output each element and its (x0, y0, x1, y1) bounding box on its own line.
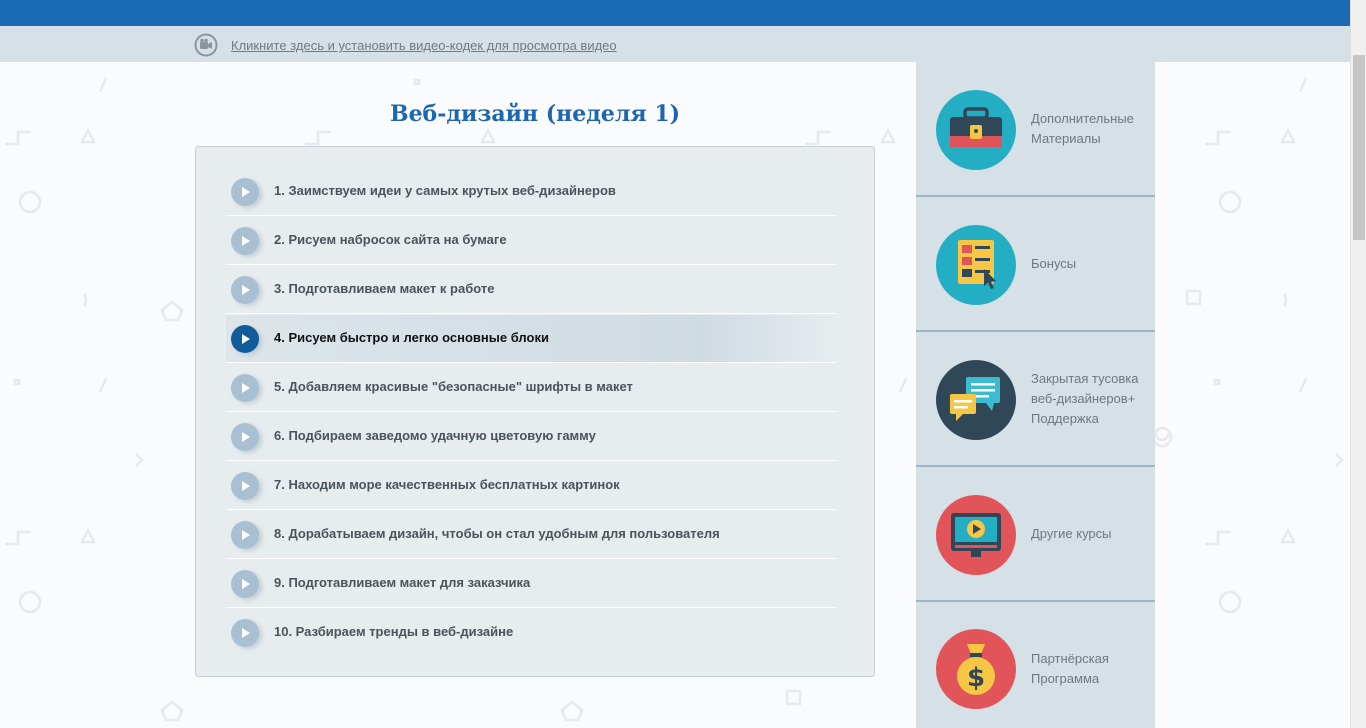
chat-icon (936, 360, 1016, 440)
play-icon[interactable] (231, 325, 259, 353)
play-icon[interactable] (231, 178, 259, 206)
briefcase-icon (936, 90, 1016, 170)
sidebar-label-line: Дополнительные (1031, 111, 1134, 126)
sidebar-item-courses[interactable]: Другие курсы (916, 467, 1155, 602)
video-camera-icon[interactable] (194, 33, 218, 57)
lesson-label: 6. Подбираем заведомо удачную цветовую г… (274, 428, 596, 443)
lesson-item[interactable]: 1. Заимствуем идеи у самых крутых веб-ди… (226, 168, 836, 216)
play-icon[interactable] (231, 423, 259, 451)
lesson-item[interactable]: 2. Рисуем набросок сайта на бумаге (226, 217, 836, 265)
lesson-label: 9. Подготавливаем макет для заказчика (274, 575, 531, 590)
sidebar-item-partner[interactable]: $ Партнёрская Программа (916, 602, 1155, 728)
lesson-item[interactable]: 9. Подготавливаем макет для заказчика (226, 560, 836, 608)
sidebar-item-bonuses[interactable]: Бонусы (916, 197, 1155, 332)
lesson-label: 2. Рисуем набросок сайта на бумаге (274, 232, 507, 247)
lesson-label: 8. Дорабатываем дизайн, чтобы он стал уд… (274, 526, 720, 541)
page-title: Веб-дизайн (неделя 1) (389, 101, 681, 127)
money-bag-icon: $ (936, 629, 1016, 709)
top-header-bar (0, 0, 1366, 26)
lesson-label: 10. Разбираем тренды в веб-дизайне (274, 624, 514, 639)
play-icon[interactable] (231, 276, 259, 304)
video-player-icon (936, 495, 1016, 575)
sidebar-item-materials[interactable]: Дополнительные Материалы (916, 62, 1155, 197)
sidebar-label-line: Поддержка (1031, 411, 1099, 426)
lesson-label: 3. Подготавливаем макет к работе (274, 281, 495, 296)
sidebar-label-line: Бонусы (1031, 256, 1077, 271)
lesson-label: 4. Рисуем быстро и легко основные блоки (274, 330, 549, 345)
lesson-item[interactable]: 5. Добавляем красивые "безопасные" шрифт… (226, 364, 836, 412)
lesson-item[interactable]: 6. Подбираем заведомо удачную цветовую г… (226, 413, 836, 461)
play-icon[interactable] (231, 472, 259, 500)
play-icon[interactable] (231, 570, 259, 598)
play-icon[interactable] (231, 521, 259, 549)
svg-text:$: $ (967, 663, 985, 693)
sidebar-label-line: Материалы (1031, 131, 1101, 146)
lesson-label: 1. Заимствуем идеи у самых крутых веб-ди… (274, 183, 616, 198)
document-icon (936, 225, 1016, 305)
lesson-list: 1. Заимствуем идеи у самых крутых веб-ди… (195, 146, 875, 677)
play-icon[interactable] (231, 227, 259, 255)
lesson-label: 5. Добавляем красивые "безопасные" шрифт… (274, 379, 633, 394)
play-icon[interactable] (231, 619, 259, 647)
sidebar-label-line: Другие курсы (1031, 526, 1112, 541)
sidebar-item-community[interactable]: Закрытая тусовка веб-дизайнеров+ Поддерж… (916, 332, 1155, 467)
lesson-item[interactable]: 7. Находим море качественных бесплатных … (226, 462, 836, 510)
lesson-label: 7. Находим море качественных бесплатных … (274, 477, 620, 492)
install-codec-link[interactable]: Кликните здесь и установить видео-кодек … (231, 38, 617, 53)
sidebar-label-line: веб-дизайнеров+ (1031, 391, 1136, 406)
lesson-item[interactable]: 10. Разбираем тренды в веб-дизайне (226, 609, 836, 657)
lesson-item-active[interactable]: 4. Рисуем быстро и легко основные блоки (226, 315, 836, 363)
sidebar-label-line: Закрытая тусовка (1031, 371, 1139, 386)
lesson-item[interactable]: 3. Подготавливаем макет к работе (226, 266, 836, 314)
sidebar: Дополнительные Материалы Бонусы Закрытая… (916, 62, 1155, 728)
play-icon[interactable] (231, 374, 259, 402)
sidebar-label-line: Программа (1031, 671, 1100, 686)
vertical-scrollbar[interactable] (1350, 0, 1366, 728)
scrollbar-thumb[interactable] (1353, 55, 1365, 240)
lesson-item[interactable]: 8. Дорабатываем дизайн, чтобы он стал уд… (226, 511, 836, 559)
sidebar-label-line: Партнёрская (1031, 651, 1109, 666)
